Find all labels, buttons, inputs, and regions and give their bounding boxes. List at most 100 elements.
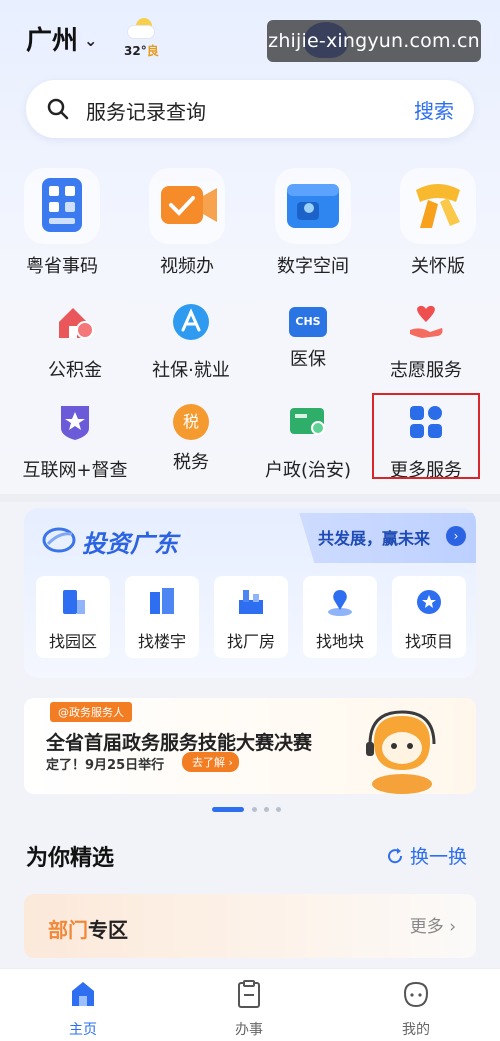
service-label: 粤省事码 <box>26 256 98 277</box>
dept-title-highlight: 部门 <box>48 918 88 942</box>
carousel-indicator <box>212 806 292 814</box>
weather-aqi: 良 <box>146 44 159 58</box>
cloud-icon <box>128 26 154 38</box>
dept-title: 专区 <box>88 918 128 942</box>
invest-find-land[interactable]: 找地块 <box>303 576 377 658</box>
chevron-right-icon[interactable]: › <box>446 526 466 546</box>
service-medical-insurance[interactable]: CHS 医保 <box>246 300 370 390</box>
service-label: 户政(治安) <box>264 460 352 481</box>
tab-label: 我的 <box>402 1022 430 1038</box>
service-label: 关怀版 <box>411 256 465 277</box>
park-icon <box>63 590 85 614</box>
home-icon <box>72 982 94 1006</box>
land-pin-icon <box>328 590 352 616</box>
banner-subtitle: 定了！9月25日举行 <box>46 758 165 773</box>
department-zone-card[interactable]: 部门 专区 更多 › <box>24 894 476 958</box>
refresh-button[interactable]: 换一换 <box>386 842 467 869</box>
weather-widget[interactable]: 32°良 <box>124 14 164 58</box>
invest-find-building[interactable]: 找楼宇 <box>125 576 199 658</box>
invest-find-factory[interactable]: 找厂房 <box>214 576 288 658</box>
medical-insurance-icon: CHS <box>289 307 327 337</box>
search-bar[interactable]: 服务记录查询 搜索 <box>26 80 474 138</box>
volunteer-heart-icon <box>410 305 443 338</box>
housing-fund-icon <box>59 308 94 339</box>
search-input[interactable]: 服务记录查询 <box>86 96 206 125</box>
featured-services-row: 粤省事码 视频办 数字空间 关怀版 <box>0 160 500 280</box>
service-internet-inspection[interactable]: 互联网+督查 <box>13 400 137 490</box>
chevron-down-icon: ⌄ <box>84 31 98 50</box>
service-housing-fund[interactable]: 公积金 <box>13 300 137 390</box>
service-label: 数字空间 <box>277 256 349 277</box>
tab-profile[interactable]: 我的 <box>366 979 466 1039</box>
qr-code-icon <box>42 178 82 232</box>
service-label: 公积金 <box>48 360 102 381</box>
invest-option-label: 找园区 <box>48 632 97 651</box>
invest-option-label: 找地块 <box>315 632 364 651</box>
section-divider <box>0 494 500 502</box>
carousel-dot <box>264 807 269 812</box>
search-icon <box>47 98 69 120</box>
invest-guangdong-card[interactable]: 投资广东 共发展，赢未来 › 找园区 找楼宇 找厂房 找地块 找项目 <box>24 508 476 678</box>
invest-option-label: 找楼宇 <box>137 632 186 651</box>
tab-home[interactable]: 主页 <box>33 979 133 1039</box>
banner-headline: 全省首届政务服务技能大赛决赛 <box>46 732 313 754</box>
social-security-icon <box>173 304 209 340</box>
service-digital-space[interactable]: 数字空间 <box>258 160 368 280</box>
header: 广州 ⌄ 32°良 zhijie-xingyun.com.cn <box>0 0 500 80</box>
invest-option-label: 找项目 <box>404 632 453 651</box>
promo-banner[interactable]: @政务服务人 全省首届政务服务技能大赛决赛 定了！9月25日举行 去了解 › <box>24 698 476 794</box>
inspection-star-icon <box>61 406 89 440</box>
bottom-tab-bar: 主页 办事 我的 <box>0 968 500 1041</box>
service-label: 医保 <box>290 349 326 370</box>
invest-slogan[interactable]: 共发展，赢未来 <box>318 525 430 549</box>
care-scarf-icon <box>416 184 460 228</box>
profile-mascot-icon <box>403 981 429 1008</box>
section-title: 为你精选 <box>26 846 115 871</box>
service-volunteer[interactable]: 志愿服务 <box>364 300 488 390</box>
carousel-dot <box>276 807 281 812</box>
service-social-security[interactable]: 社保·就业 <box>129 300 253 390</box>
service-tax[interactable]: 税 税务 <box>129 400 253 490</box>
mascot-headset-icon <box>366 710 436 794</box>
service-household[interactable]: 户政(治安) <box>246 400 370 490</box>
refresh-icon <box>388 847 403 863</box>
refresh-label: 换一换 <box>410 846 468 868</box>
weather-temp: 32° <box>124 44 147 58</box>
service-label: 视频办 <box>160 256 214 277</box>
city-name: 广州 <box>26 26 79 56</box>
tab-label: 主页 <box>69 1022 97 1038</box>
household-card-icon <box>290 408 325 435</box>
invest-logo-icon <box>42 527 76 553</box>
watermark: zhijie-xingyun.com.cn <box>267 20 481 62</box>
dept-more-link[interactable]: 更多 › <box>410 912 456 937</box>
banner-tag: @政务服务人 <box>50 702 132 722</box>
banner-learn-more-button[interactable]: 去了解 › <box>182 752 239 772</box>
tab-services[interactable]: 办事 <box>199 979 299 1039</box>
factory-icon <box>239 590 263 614</box>
invest-find-park[interactable]: 找园区 <box>36 576 110 658</box>
project-icon <box>417 590 441 614</box>
tab-label: 办事 <box>235 1022 263 1038</box>
carousel-dot <box>252 807 257 812</box>
service-label: 志愿服务 <box>390 360 462 381</box>
invest-option-label: 找厂房 <box>226 632 275 651</box>
service-care-edition[interactable]: 关怀版 <box>383 160 493 280</box>
service-label: 税务 <box>173 452 209 473</box>
city-selector[interactable]: 广州 ⌄ <box>26 20 97 57</box>
invest-title: 投资广东 <box>82 530 178 558</box>
invest-options: 找园区 找楼宇 找厂房 找地块 找项目 <box>36 576 466 658</box>
carousel-dot-active <box>212 807 244 812</box>
digital-space-icon <box>287 184 339 228</box>
building-icon <box>150 588 174 614</box>
service-label: 互联网+督查 <box>22 460 128 481</box>
search-button[interactable]: 搜索 <box>414 95 454 124</box>
clipboard-icon <box>238 980 260 1008</box>
services-row-1: 公积金 社保·就业 CHS 医保 志愿服务 <box>0 300 500 390</box>
invest-find-project[interactable]: 找项目 <box>392 576 466 658</box>
service-video-office[interactable]: 视频办 <box>132 160 242 280</box>
service-label: 社保·就业 <box>152 360 230 381</box>
video-office-icon <box>161 186 217 224</box>
tax-icon: 税 <box>173 404 209 440</box>
service-yueshengshi-code[interactable]: 粤省事码 <box>7 160 117 280</box>
more-services-highlight <box>372 393 480 479</box>
